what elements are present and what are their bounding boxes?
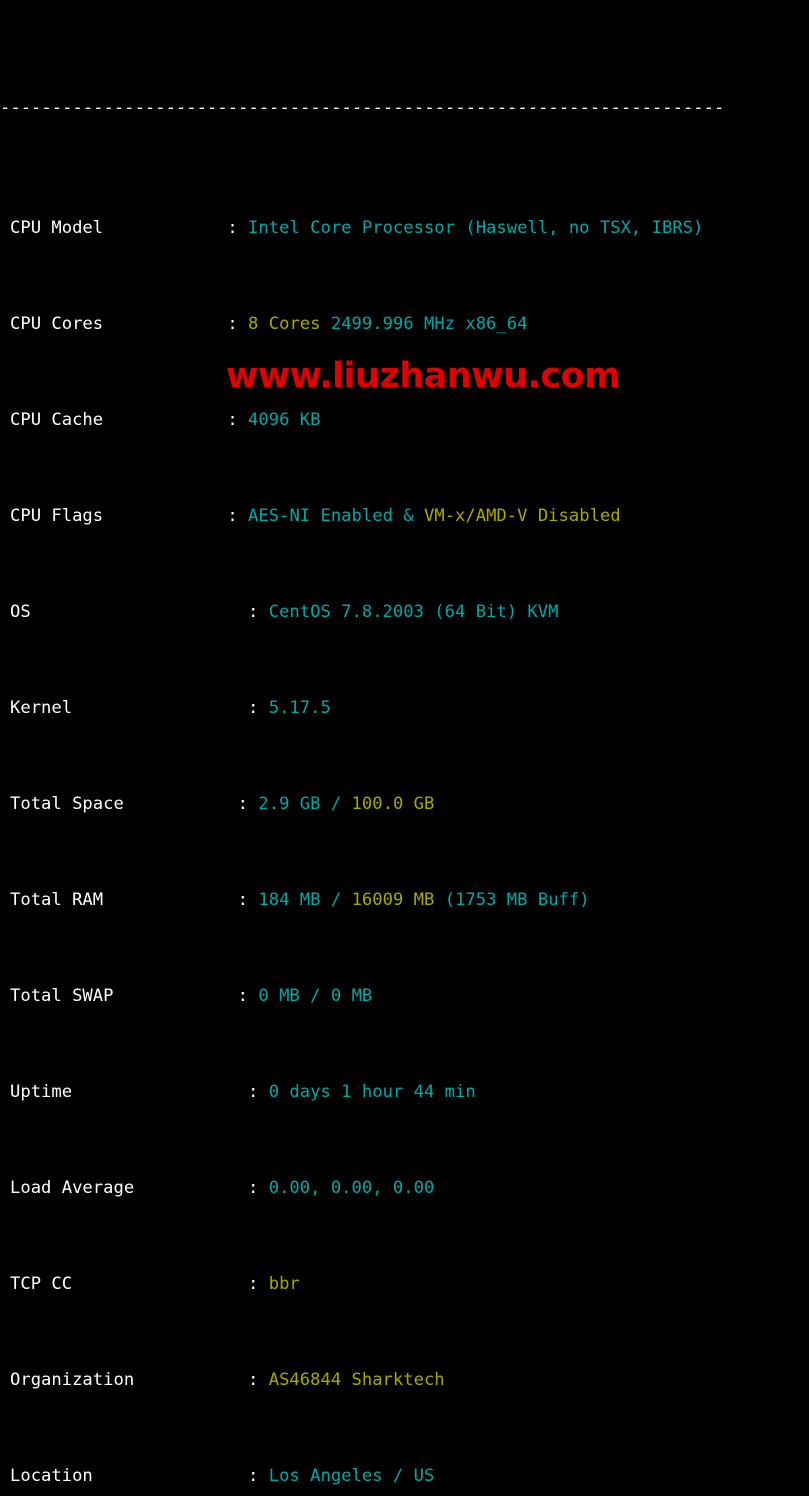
value-total-ram-slash: / [330, 890, 342, 910]
label-location: Location [10, 1466, 93, 1486]
value-total-ram-total: 16009 MB [351, 890, 435, 910]
label-uptime: Uptime [10, 1082, 73, 1102]
sep-cpu-cache: : [227, 410, 238, 430]
value-location: Los Angeles / US [268, 1466, 435, 1486]
value-cpu-flags-vm: VM-x/AMD-V Disabled [424, 506, 621, 526]
site-watermark: www.liuzhanwu.com [226, 356, 621, 396]
value-total-space-total: 100.0 GB [351, 794, 435, 814]
value-cpu-flags-aes: AES-NI Enabled [248, 506, 393, 526]
sep-os: : [248, 602, 259, 622]
value-kernel: 5.17.5 [268, 698, 331, 718]
sep-load-average: : [248, 1178, 259, 1198]
row-cpu-model: CPU Model : Intel Core Processor (Haswel… [0, 216, 809, 240]
sep-uptime: : [248, 1082, 259, 1102]
label-total-swap: Total SWAP [10, 986, 114, 1006]
label-os: OS [10, 602, 31, 622]
sep-total-ram: : [237, 890, 249, 910]
label-load-average: Load Average [10, 1178, 135, 1198]
row-total-swap: Total SWAP : 0 MB / 0 MB [0, 984, 809, 1008]
label-total-space: Total Space [10, 794, 124, 814]
sep-cpu-cores: : [227, 314, 238, 334]
label-kernel: Kernel [10, 698, 73, 718]
row-uptime: Uptime : 0 days 1 hour 44 min [0, 1080, 809, 1104]
sep-organization: : [248, 1370, 259, 1390]
value-total-ram-used: 184 MB [258, 890, 321, 910]
value-uptime: 0 days 1 hour 44 min [268, 1082, 476, 1102]
value-total-ram-buff: (1753 MB Buff) [444, 890, 590, 910]
value-os: CentOS 7.8.2003 (64 Bit) KVM [268, 602, 559, 622]
label-tcp-cc: TCP CC [10, 1274, 73, 1294]
value-cpu-model: Intel Core Processor (Haswell, no TSX, I… [248, 218, 704, 238]
colon-cpu-model [103, 218, 227, 238]
sep-total-swap: : [237, 986, 249, 1006]
row-os: OS : CentOS 7.8.2003 (64 Bit) KVM [0, 600, 809, 624]
value-organization: AS46844 Sharktech [268, 1370, 445, 1390]
row-tcp-cc: TCP CC : bbr [0, 1272, 809, 1296]
label-total-ram: Total RAM [10, 890, 104, 910]
value-total-space-used: 2.9 GB [258, 794, 321, 814]
value-cpu-cores-count: 8 Cores [248, 314, 321, 334]
row-kernel: Kernel : 5.17.5 [0, 696, 809, 720]
value-total-swap-slash: / [310, 986, 321, 1006]
row-cpu-flags: CPU Flags : AES-NI Enabled & VM-x/AMD-V … [0, 504, 809, 528]
row-cpu-cache: CPU Cache : 4096 KB [0, 408, 809, 432]
sep-tcp-cc: : [248, 1274, 259, 1294]
section-divider-top: ----------------------------------------… [0, 98, 725, 118]
terminal-output: ----------------------------------------… [0, 0, 809, 1486]
label-cpu-flags: CPU Flags [10, 506, 104, 526]
value-cpu-cache: 4096 KB [248, 410, 321, 430]
value-cpu-cores-freq: 2499.996 MHz x86_64 [330, 314, 528, 334]
label-organization: Organization [10, 1370, 135, 1390]
value-load-average: 0.00, 0.00, 0.00 [268, 1178, 435, 1198]
value-total-swap-total: 0 MB [330, 986, 373, 1006]
sep-total-space: : [237, 794, 249, 814]
value-cpu-flags-amp: & [403, 506, 414, 526]
row-total-space: Total Space : 2.9 GB / 100.0 GB [0, 792, 809, 816]
row-load-average: Load Average : 0.00, 0.00, 0.00 [0, 1176, 809, 1200]
sep-location: : [248, 1466, 259, 1486]
sep-cpu-model: : [227, 218, 238, 238]
sep-kernel: : [248, 698, 259, 718]
value-tcp-cc: bbr [268, 1274, 300, 1294]
sep-cpu-flags: : [227, 506, 238, 526]
label-cpu-model: CPU Model [10, 218, 104, 238]
value-total-space-slash: / [330, 794, 342, 814]
row-organization: Organization : AS46844 Sharktech [0, 1368, 809, 1392]
label-cpu-cores: CPU Cores [10, 314, 104, 334]
label-cpu-cache: CPU Cache [10, 410, 104, 430]
value-total-swap-used: 0 MB [258, 986, 300, 1006]
row-total-ram: Total RAM : 184 MB / 16009 MB (1753 MB B… [0, 888, 809, 912]
row-cpu-cores: CPU Cores : 8 Cores 2499.996 MHz x86_64 [0, 312, 809, 336]
row-location: Location : Los Angeles / US [0, 1464, 809, 1488]
